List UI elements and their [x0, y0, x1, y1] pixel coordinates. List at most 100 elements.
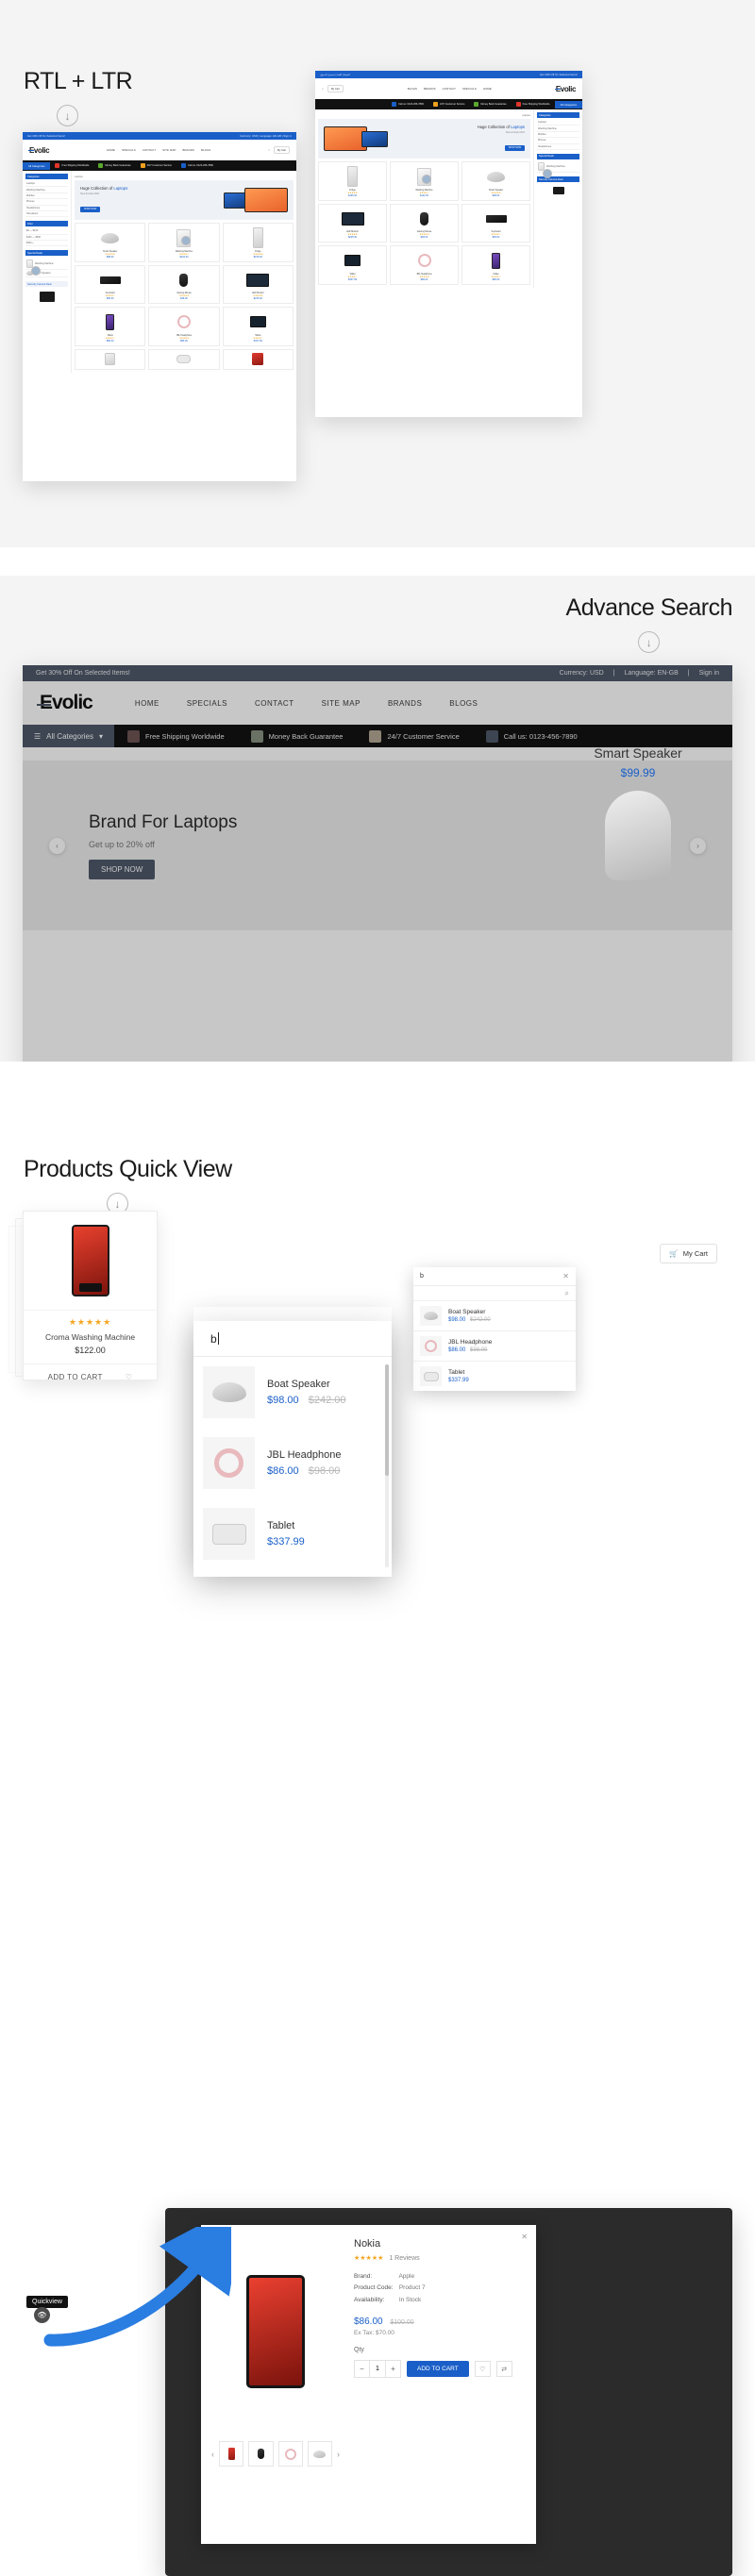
quantity-stepper[interactable]: − 1 + [354, 2360, 401, 2379]
ltr-product-card-9[interactable] [75, 348, 146, 370]
rtl-logo[interactable]: Evolic [554, 85, 576, 93]
ltr-storefront-screenshot[interactable]: Get 30% Off On Selected Items! Currency:… [23, 132, 296, 481]
shop-now-button[interactable]: SHOP NOW [89, 859, 156, 879]
thumbnail-0[interactable] [219, 2441, 244, 2467]
rtl-product-card-5[interactable]: Keyboard ★★★★☆ $65.00 [461, 203, 530, 243]
ltr-nav-item-4[interactable]: BRANDS [182, 148, 194, 152]
rtl-product-card-2[interactable]: Smart Speaker ★★★★★ $98.00 [461, 161, 530, 201]
eye-icon[interactable]: 👁 [34, 2307, 50, 2323]
ltr-nav-item-1[interactable]: SPECIALS [122, 148, 136, 152]
ltr-filter-2[interactable]: $300 + [25, 241, 68, 247]
ltr-product-card-3[interactable]: Keyboard ★★★★☆ $65.00 [75, 264, 146, 304]
add-to-cart-button[interactable]: ADD TO CART [407, 2361, 469, 2378]
ltr-product-card-0[interactable]: Smart Speaker ★★★★★ $98.00 [75, 223, 146, 262]
cart-button-inner[interactable]: 🛒 My Cart [660, 1244, 717, 1263]
rtl-product-card-8[interactable]: Nokia ★★★★☆ $86.00 [461, 245, 530, 285]
ltr-nav-item-3[interactable]: SITE MAP [162, 148, 176, 152]
search-preview-item-0[interactable]: Boat Speaker $98.00 $242.00 [413, 1301, 576, 1331]
search-result-item[interactable]: JBL Headphone $86.00 $98.00 [203, 1428, 382, 1498]
signin-link[interactable]: Sign in [699, 670, 719, 677]
ltr-logo[interactable]: Evolic [27, 146, 50, 155]
currency-selector[interactable]: Currency: USD [560, 670, 604, 677]
ltr-product-card-6[interactable]: Nokia ★★★★☆ $86.00 [75, 307, 146, 346]
nav-item-contact[interactable]: CONTACT [255, 699, 294, 708]
thumbnail-1[interactable] [248, 2441, 274, 2467]
ltr-product-card-4[interactable]: Gaming Mouse ★★★★★ $48.00 [148, 264, 220, 304]
rtl-cart-button[interactable]: My Cart [327, 85, 344, 92]
rtl-product-card-7[interactable]: JBL Headphone ★★★★★ $86.00 [390, 245, 459, 285]
heart-icon[interactable]: ♡ [474, 2361, 491, 2378]
quick-view-modal[interactable]: ‹ › ✕ Nokia ★★★★★ 1 Reviews Brand: Apple… [201, 2225, 536, 2544]
rtl-product-card-4[interactable]: Gaming Mouse ★★★★★ $48.00 [390, 203, 459, 243]
search-input-bar[interactable]: b [193, 1321, 392, 1357]
search-icon[interactable]: ⌕ [565, 1289, 569, 1298]
ltr-nav-item-2[interactable]: CONTACT [143, 148, 156, 152]
product-card[interactable]: ★★★★★ Croma Washing Machine $122.00 ADD … [23, 1211, 158, 1381]
search-preview-item-1[interactable]: JBL Headphone $86.00 $98.00 [413, 1331, 576, 1362]
nav-item-blogs[interactable]: BLOGS [449, 699, 478, 708]
ltr-product-card-5[interactable]: LED Monitor ★★★★★ $245.00 [222, 264, 294, 304]
search-icon[interactable]: ⌕ [322, 87, 324, 91]
rtl-special-0[interactable]: Washing Machine [537, 161, 579, 179]
ltr-product-card-10[interactable] [148, 348, 220, 370]
search-result-item[interactable]: Tablet $337.99 [203, 1498, 382, 1569]
results-scrollbar[interactable] [385, 1364, 389, 1567]
nav-item-brands[interactable]: BRANDS [388, 699, 422, 708]
thumbnail-2[interactable] [277, 2441, 303, 2467]
ltr-special-0[interactable]: Washing Machine [25, 258, 68, 276]
ltr-nav-item-0[interactable]: HOME [107, 148, 115, 152]
search-preview-searchbar[interactable]: ⌕ [413, 1286, 576, 1301]
quantity-value[interactable]: 1 [369, 2361, 386, 2378]
language-selector[interactable]: Language: EN-GB [625, 670, 679, 677]
thumbnail-3[interactable] [307, 2441, 332, 2467]
ltr-sidebar-item-5[interactable]: Televisions [25, 211, 68, 218]
ltr-product-card-8[interactable]: Tablet ★★★★☆ $337.99 [222, 307, 294, 346]
ltr-product-card-1[interactable]: Washing Machine ★★★★☆ $122.00 [148, 223, 220, 262]
chevron-left-icon[interactable]: ‹ [49, 837, 65, 854]
modal-reviews[interactable]: 1 Reviews [389, 2255, 419, 2262]
rtl-sidebar-item-4[interactable]: Headphones [537, 144, 579, 150]
nav-item-sitemap[interactable]: SITE MAP [322, 699, 361, 708]
all-categories-dropdown[interactable]: ☰ All Categories ▾ [23, 725, 114, 747]
ltr-all-categories[interactable]: All Categories [23, 161, 51, 170]
compare-icon[interactable]: ⇄ [495, 2361, 512, 2378]
rtl-nav-item-1[interactable]: SPECIALS [462, 87, 477, 91]
search-icon[interactable]: ⌕ [268, 148, 270, 152]
ltr-hero-shop-button[interactable]: SHOP NOW [80, 206, 101, 212]
cart-button[interactable]: 🛒 My Cart [660, 1244, 717, 1263]
close-icon[interactable]: ✕ [521, 2233, 528, 2241]
rtl-storefront-screenshot[interactable]: Get 30% Off On Selected Items! العملة | … [315, 71, 582, 417]
rtl-all-categories[interactable]: All Categories [554, 100, 582, 109]
rtl-hero-shop-button[interactable]: SHOP NOW [504, 144, 525, 151]
rtl-nav-item-4[interactable]: BRANDS [424, 87, 436, 91]
fridge-icon [105, 353, 116, 365]
ltr-nav-item-5[interactable]: BLOGS [201, 148, 210, 152]
increment-button[interactable]: + [386, 2361, 400, 2377]
ltr-product-card-2[interactable]: Fridge ★★★★★ $156.00 [222, 223, 294, 262]
rtl-nav-item-5[interactable]: BLOGS [408, 87, 417, 91]
search-preview-item-2[interactable]: Tablet $337.99 [413, 1362, 576, 1391]
rtl-product-card-0[interactable]: Fridge ★★★★★ $156.00 [318, 161, 387, 201]
heart-icon[interactable]: ♡ [126, 1373, 133, 1381]
rtl-product-card-3[interactable]: LED Monitor ★★★★★ $245.00 [318, 203, 387, 243]
rtl-product-card-6[interactable]: Tablet ★★★★☆ $337.99 [318, 245, 387, 285]
rtl-nav-item-2[interactable]: CONTACT [443, 87, 456, 91]
ltr-product-card-7[interactable]: JBL Headphone ★★★★★ $86.00 [148, 307, 220, 346]
ltr-cart-button[interactable]: My Cart [273, 146, 290, 154]
decrement-button[interactable]: − [355, 2361, 369, 2377]
add-to-cart-button[interactable]: ADD TO CART [48, 1373, 103, 1381]
chevron-left-icon[interactable]: ‹ [211, 2450, 214, 2459]
search-input[interactable]: b [210, 1332, 217, 1346]
nav-item-home[interactable]: HOME [135, 699, 159, 708]
nav-item-specials[interactable]: SPECIALS [187, 699, 227, 708]
search-results-preview[interactable]: b ✕ ⌕ Boat Speaker $98.00 $242.00 JBL He… [413, 1267, 576, 1391]
search-result-item[interactable]: Boat Speaker $98.00 $242.00 [203, 1357, 382, 1428]
featured-product-panel[interactable]: Smart Speaker $99.99 [544, 745, 732, 991]
rtl-nav-item-0[interactable]: HOME [483, 87, 492, 91]
chevron-right-icon[interactable]: › [337, 2450, 340, 2459]
close-icon[interactable]: ✕ [562, 1272, 569, 1280]
site-logo[interactable]: Evolic [37, 692, 93, 714]
advance-search-overlay[interactable]: b Boat Speaker $98.00 $242.00 JBL Headph… [193, 1321, 392, 1577]
ltr-product-card-11[interactable] [222, 348, 294, 370]
rtl-product-card-1[interactable]: Washing Machine ★★★★☆ $122.00 [390, 161, 459, 201]
